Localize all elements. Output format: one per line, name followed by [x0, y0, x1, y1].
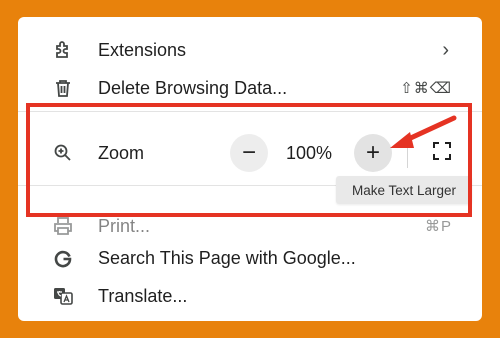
menu-item-extensions[interactable]: Extensions › — [18, 35, 482, 65]
extensions-label: Extensions — [98, 39, 187, 60]
printer-icon — [52, 215, 74, 237]
menu-item-delete-browsing-data[interactable]: Delete Browsing Data... ⇧⌘⌫ — [18, 73, 482, 103]
delete-browsing-data-label: Delete Browsing Data... — [98, 77, 288, 98]
print-label: Print... — [98, 215, 151, 236]
zoom-in-icon — [52, 142, 74, 164]
zoom-decrease-button[interactable]: − — [230, 134, 268, 172]
menu-item-print[interactable]: Print... ⌘P — [18, 211, 482, 241]
search-with-google-label: Search This Page with Google... — [98, 247, 356, 268]
google-g-icon — [52, 247, 74, 269]
browser-menu: Extensions › Delete Browsing Data... ⇧⌘⌫… — [18, 17, 482, 321]
tooltip-make-text-larger: Make Text Larger — [336, 176, 472, 204]
zoom-level-value: 100% — [286, 143, 333, 163]
trash-icon — [52, 77, 74, 99]
annotation-arrow-icon — [390, 115, 457, 148]
print-shortcut: ⌘P — [424, 218, 452, 235]
menu-item-search-with-google[interactable]: Search This Page with Google... — [18, 243, 482, 273]
chevron-right-icon: › — [442, 38, 450, 61]
zoom-label: Zoom — [98, 142, 145, 163]
menu-item-translate[interactable]: Translate... — [18, 281, 482, 311]
delete-browsing-data-shortcut: ⇧⌘⌫ — [400, 80, 452, 97]
translate-label: Translate... — [98, 285, 188, 306]
translate-icon — [52, 285, 74, 307]
puzzle-icon — [52, 39, 74, 61]
